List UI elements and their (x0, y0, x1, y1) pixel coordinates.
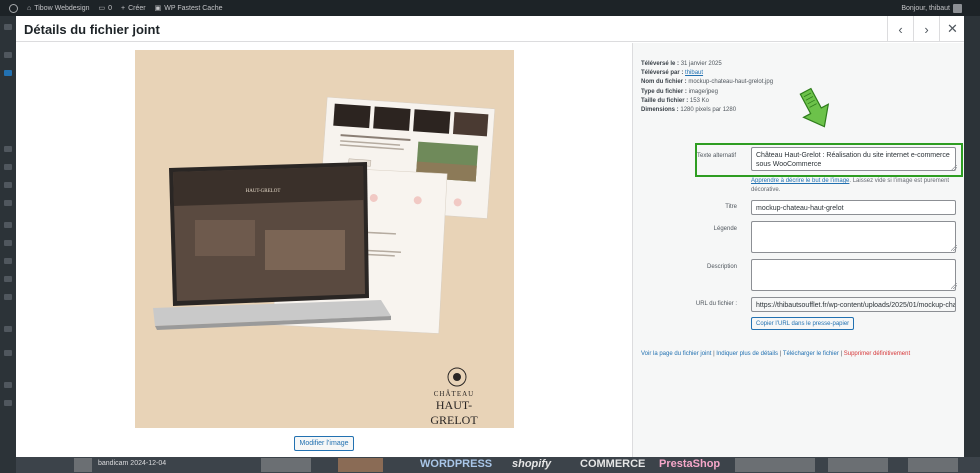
action-separator: | (779, 351, 782, 357)
site-name-link[interactable]: ⌂ Tibow Webdesign (27, 5, 90, 12)
next-button[interactable]: › (913, 16, 939, 42)
library-brand-text: PrestaShop (659, 458, 721, 470)
svg-text:HAUT-GRELOT: HAUT-GRELOT (246, 189, 281, 194)
logo-line-1: CHÂTEAU (433, 390, 475, 398)
backdrop-edge (964, 16, 980, 457)
logo-line-2: HAUT-GRELOT (430, 398, 478, 427)
library-brand-text: COMMERCE (580, 458, 646, 470)
mockup-illustration: HAUT-GRELOT (153, 96, 496, 387)
collapse-icon[interactable] (4, 326, 12, 332)
alt-text-help: Apprendre à décrire le but de l’image. L… (751, 178, 950, 193)
wp-logo-menu[interactable] (9, 3, 18, 13)
library-item-label: bandicam 2024-12-04 (98, 460, 167, 467)
title-label: Titre (725, 204, 737, 210)
home-icon: ⌂ (27, 4, 32, 12)
file-url-field[interactable]: https://thibautsoufflet.fr/wp-content/up… (751, 297, 956, 312)
library-brand-text: shopify (512, 458, 552, 470)
tools-icon[interactable] (4, 276, 12, 282)
resize-grip-icon[interactable] (951, 283, 957, 289)
attachment-image: HAUT-GRELOT CHÂTEAU HAUT-GRELOT (135, 50, 514, 428)
caption-label: Légende (713, 226, 737, 232)
close-icon: ✕ (947, 21, 958, 36)
attachment-details-sidebar: Téléversé le : 31 janvier 2025 Téléversé… (632, 43, 964, 457)
library-thumbnail[interactable] (74, 458, 92, 472)
alt-text-help-link[interactable]: Apprendre à décrire le but de l’image (751, 178, 849, 184)
cache-icon: ▣ (154, 5, 162, 12)
description-field[interactable] (751, 259, 956, 291)
greeting: Bonjour, thibaut (901, 4, 950, 12)
attachment-actions: Voir la page du fichier joint | Indiquer… (641, 351, 910, 357)
appearance-icon[interactable] (4, 222, 12, 228)
media-library-background: bandicam 2024-12-04 WORDPRESS shopify CO… (16, 457, 980, 473)
media-icon[interactable] (4, 70, 12, 76)
chevron-right-icon: › (924, 21, 929, 37)
view-attachment-page-link[interactable]: Voir la page du fichier joint (641, 351, 711, 357)
library-thumbnail[interactable] (828, 458, 888, 472)
edit-image-button[interactable]: Modifier l’image (294, 436, 354, 451)
caption-field[interactable] (751, 221, 956, 253)
alt-text-highlight-box (695, 143, 963, 177)
attachment-details-modal: Détails du fichier joint ‹ › ✕ HAUT-GREL… (16, 16, 964, 457)
search-icon[interactable] (4, 382, 12, 388)
admin-bar: ⌂ Tibow Webdesign ▭ 0 + Créer ▣ WP Faste… (0, 0, 980, 16)
more-details-link[interactable]: Indiquer plus de détails (716, 351, 778, 357)
seo-icon[interactable] (4, 350, 12, 356)
library-brand-text: WORDPRESS (420, 458, 493, 470)
title-field[interactable]: mockup-chateau-haut-grelot (751, 200, 956, 215)
admin-menu (0, 16, 16, 473)
avatar (953, 3, 962, 13)
account-menu[interactable]: Bonjour, thibaut (901, 0, 962, 16)
copy-url-button[interactable]: Copier l’URL dans le presse-papier (751, 317, 855, 330)
users-icon[interactable] (4, 258, 12, 264)
comments-icon[interactable] (4, 164, 12, 170)
file-metadata: Téléversé le : 31 janvier 2025 Téléversé… (641, 60, 773, 115)
dashboard-icon[interactable] (4, 24, 12, 30)
brand-logo: CHÂTEAU HAUT-GRELOT (417, 390, 491, 428)
file-size: Taille du fichier : 153 Ko (641, 97, 709, 104)
comments-count: 0 (108, 4, 113, 12)
resize-grip-icon[interactable] (951, 245, 957, 251)
description-label: Description (706, 264, 737, 270)
previous-button[interactable]: ‹ (887, 16, 913, 42)
products-icon[interactable] (4, 200, 12, 206)
plugins-icon[interactable] (4, 240, 12, 246)
modal-header: Détails du fichier joint ‹ › ✕ (16, 16, 964, 42)
library-thumbnail[interactable] (908, 458, 958, 472)
chevron-left-icon: ‹ (898, 21, 903, 37)
image-dimensions: Dimensions : 1280 pixels par 1280 (641, 107, 737, 114)
library-thumbnail[interactable] (735, 458, 815, 472)
library-thumbnail[interactable] (261, 458, 311, 472)
comments-link[interactable]: ▭ 0 (98, 4, 113, 13)
modal-title: Détails du fichier joint (24, 22, 160, 37)
new-label: Créer (128, 4, 146, 12)
posts-icon[interactable] (4, 52, 12, 58)
file-url-label: URL du fichier : (695, 301, 737, 307)
action-separator: | (840, 351, 843, 357)
image-panel: HAUT-GRELOT CHÂTEAU HAUT-GRELOT Modifier… (16, 43, 632, 457)
uploader-link[interactable]: thibaut (685, 70, 703, 76)
wordpress-icon (9, 3, 18, 13)
cache-plugin-link[interactable]: ▣ WP Fastest Cache (154, 4, 223, 13)
file-type: Type du fichier : image/jpeg (641, 88, 718, 95)
action-separator: | (713, 351, 715, 357)
site-name: Tibow Webdesign (34, 4, 90, 12)
woocommerce-icon[interactable] (4, 182, 12, 188)
close-button[interactable]: ✕ (939, 16, 965, 42)
new-content-link[interactable]: + Créer (121, 5, 146, 12)
pages-icon[interactable] (4, 146, 12, 152)
green-arrow-annotation-icon (799, 87, 830, 128)
uploaded-by: Téléversé par : thibaut (641, 70, 704, 77)
settings-icon[interactable] (4, 294, 12, 300)
download-file-link[interactable]: Télécharger le fichier (783, 351, 839, 357)
file-name: Nom du fichier : mockup-chateau-haut-gre… (641, 79, 774, 86)
library-thumbnail[interactable] (338, 458, 383, 472)
cache-plugin-label: WP Fastest Cache (164, 4, 223, 12)
comment-icon: ▭ (98, 5, 106, 12)
uploaded-date: Téléversé le : 31 janvier 2025 (641, 61, 722, 67)
delete-permanently-link[interactable]: Supprimer définitivement (844, 351, 910, 357)
security-icon[interactable] (4, 400, 12, 406)
plus-icon: + (121, 4, 126, 12)
